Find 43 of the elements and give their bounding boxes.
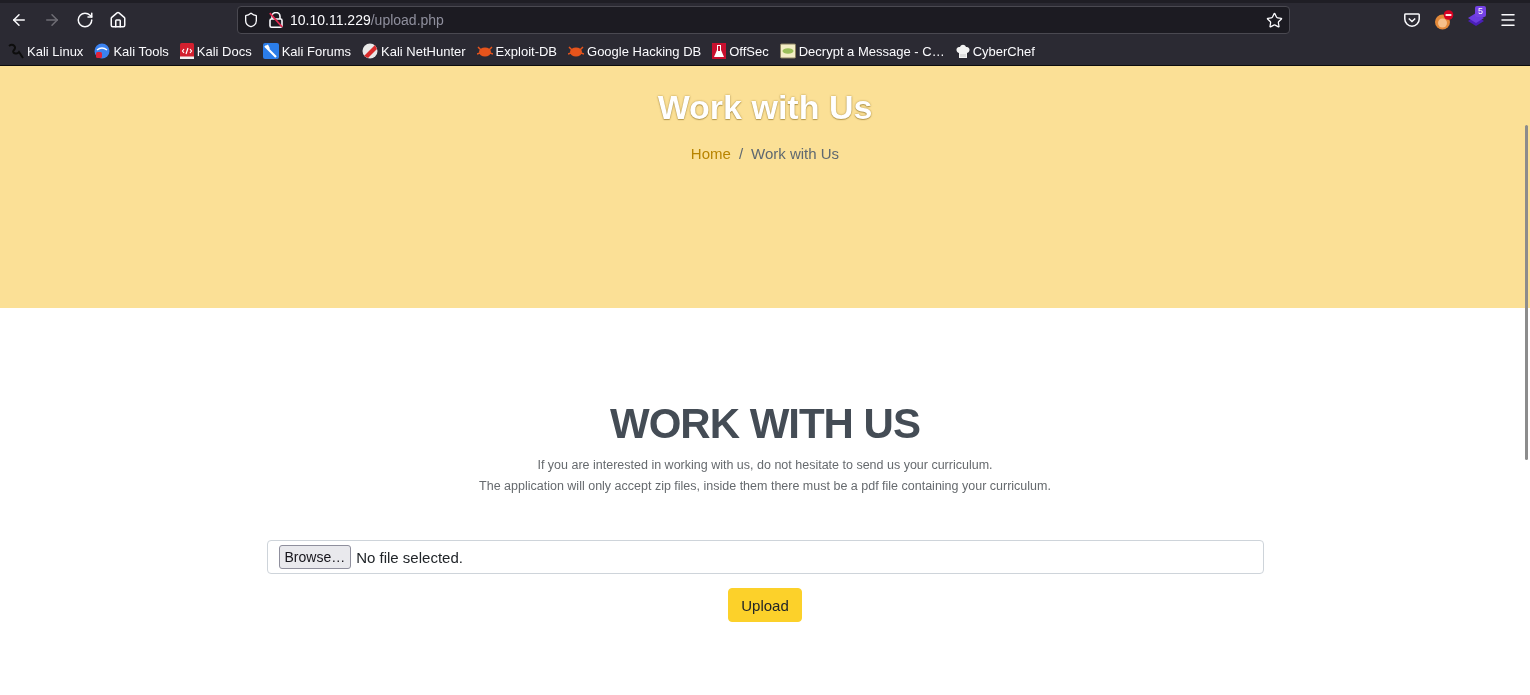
browse-button[interactable]: Browse… [278, 545, 352, 569]
bookmark-link[interactable]: Kali Linux [8, 43, 84, 59]
extension-icon [1434, 10, 1454, 30]
star-icon[interactable] [1266, 11, 1283, 29]
file-input[interactable]: Browse… No file selected. [266, 540, 1264, 574]
home-icon [108, 11, 127, 29]
scrollbar-thumb[interactable] [1525, 125, 1528, 460]
bug-icon [476, 44, 493, 58]
bookmark-link[interactable]: Kali Tools [94, 43, 169, 59]
shield-icon [243, 12, 259, 28]
extension-button[interactable]: 5 [1460, 5, 1492, 35]
file-status: No file selected. [356, 548, 463, 566]
round-logo-icon [94, 43, 111, 59]
square-logo-icon [262, 43, 279, 59]
reload-icon [75, 11, 94, 29]
count-badge: 5 [1475, 6, 1486, 17]
bookmark-link[interactable]: CyberChef [955, 43, 1035, 59]
chef-hat-icon [955, 43, 970, 59]
bookmark-link[interactable]: Google Hacking DB [568, 43, 702, 59]
bookmark-link[interactable]: Kali NetHunter [362, 43, 466, 59]
bookmark-link[interactable]: Kali Forums [262, 43, 352, 59]
breadcrumb-separator: / [738, 144, 744, 164]
flask-icon [712, 43, 727, 59]
bookmark-link[interactable]: Decrypt a Message - C… [779, 43, 945, 59]
bookmark-link[interactable]: Kali Docs [179, 43, 252, 59]
description-text: If you are interested in working with us, do not hesitate to send us your curriculum. [537, 457, 993, 474]
oval-tile-icon [779, 43, 796, 59]
description-text: The application will only accept zip files, inside them there must be a pdf file containing your curriculum. [479, 478, 1051, 495]
page-title: Work with Us [657, 87, 873, 127]
upload-button[interactable]: Upload [728, 588, 802, 622]
menu-icon [1499, 11, 1517, 29]
url-text: 10.10.11.229/upload.php [290, 12, 444, 28]
bug-icon [568, 44, 585, 58]
shield-chevron-icon [1404, 12, 1420, 28]
squiggle-icon [8, 43, 24, 59]
code-book-icon [179, 43, 194, 59]
section-heading: WORK WITH US [610, 399, 920, 449]
bookmark-link[interactable]: Exploit-DB [476, 43, 558, 59]
breadcrumb-text: Work with Us [751, 144, 840, 164]
bookmark-link[interactable]: OffSec [712, 43, 769, 59]
address-field[interactable]: 10.10.11.229/upload.php [237, 6, 1290, 34]
crossed-lock-icon [269, 12, 283, 28]
round-logo-icon [362, 43, 379, 59]
